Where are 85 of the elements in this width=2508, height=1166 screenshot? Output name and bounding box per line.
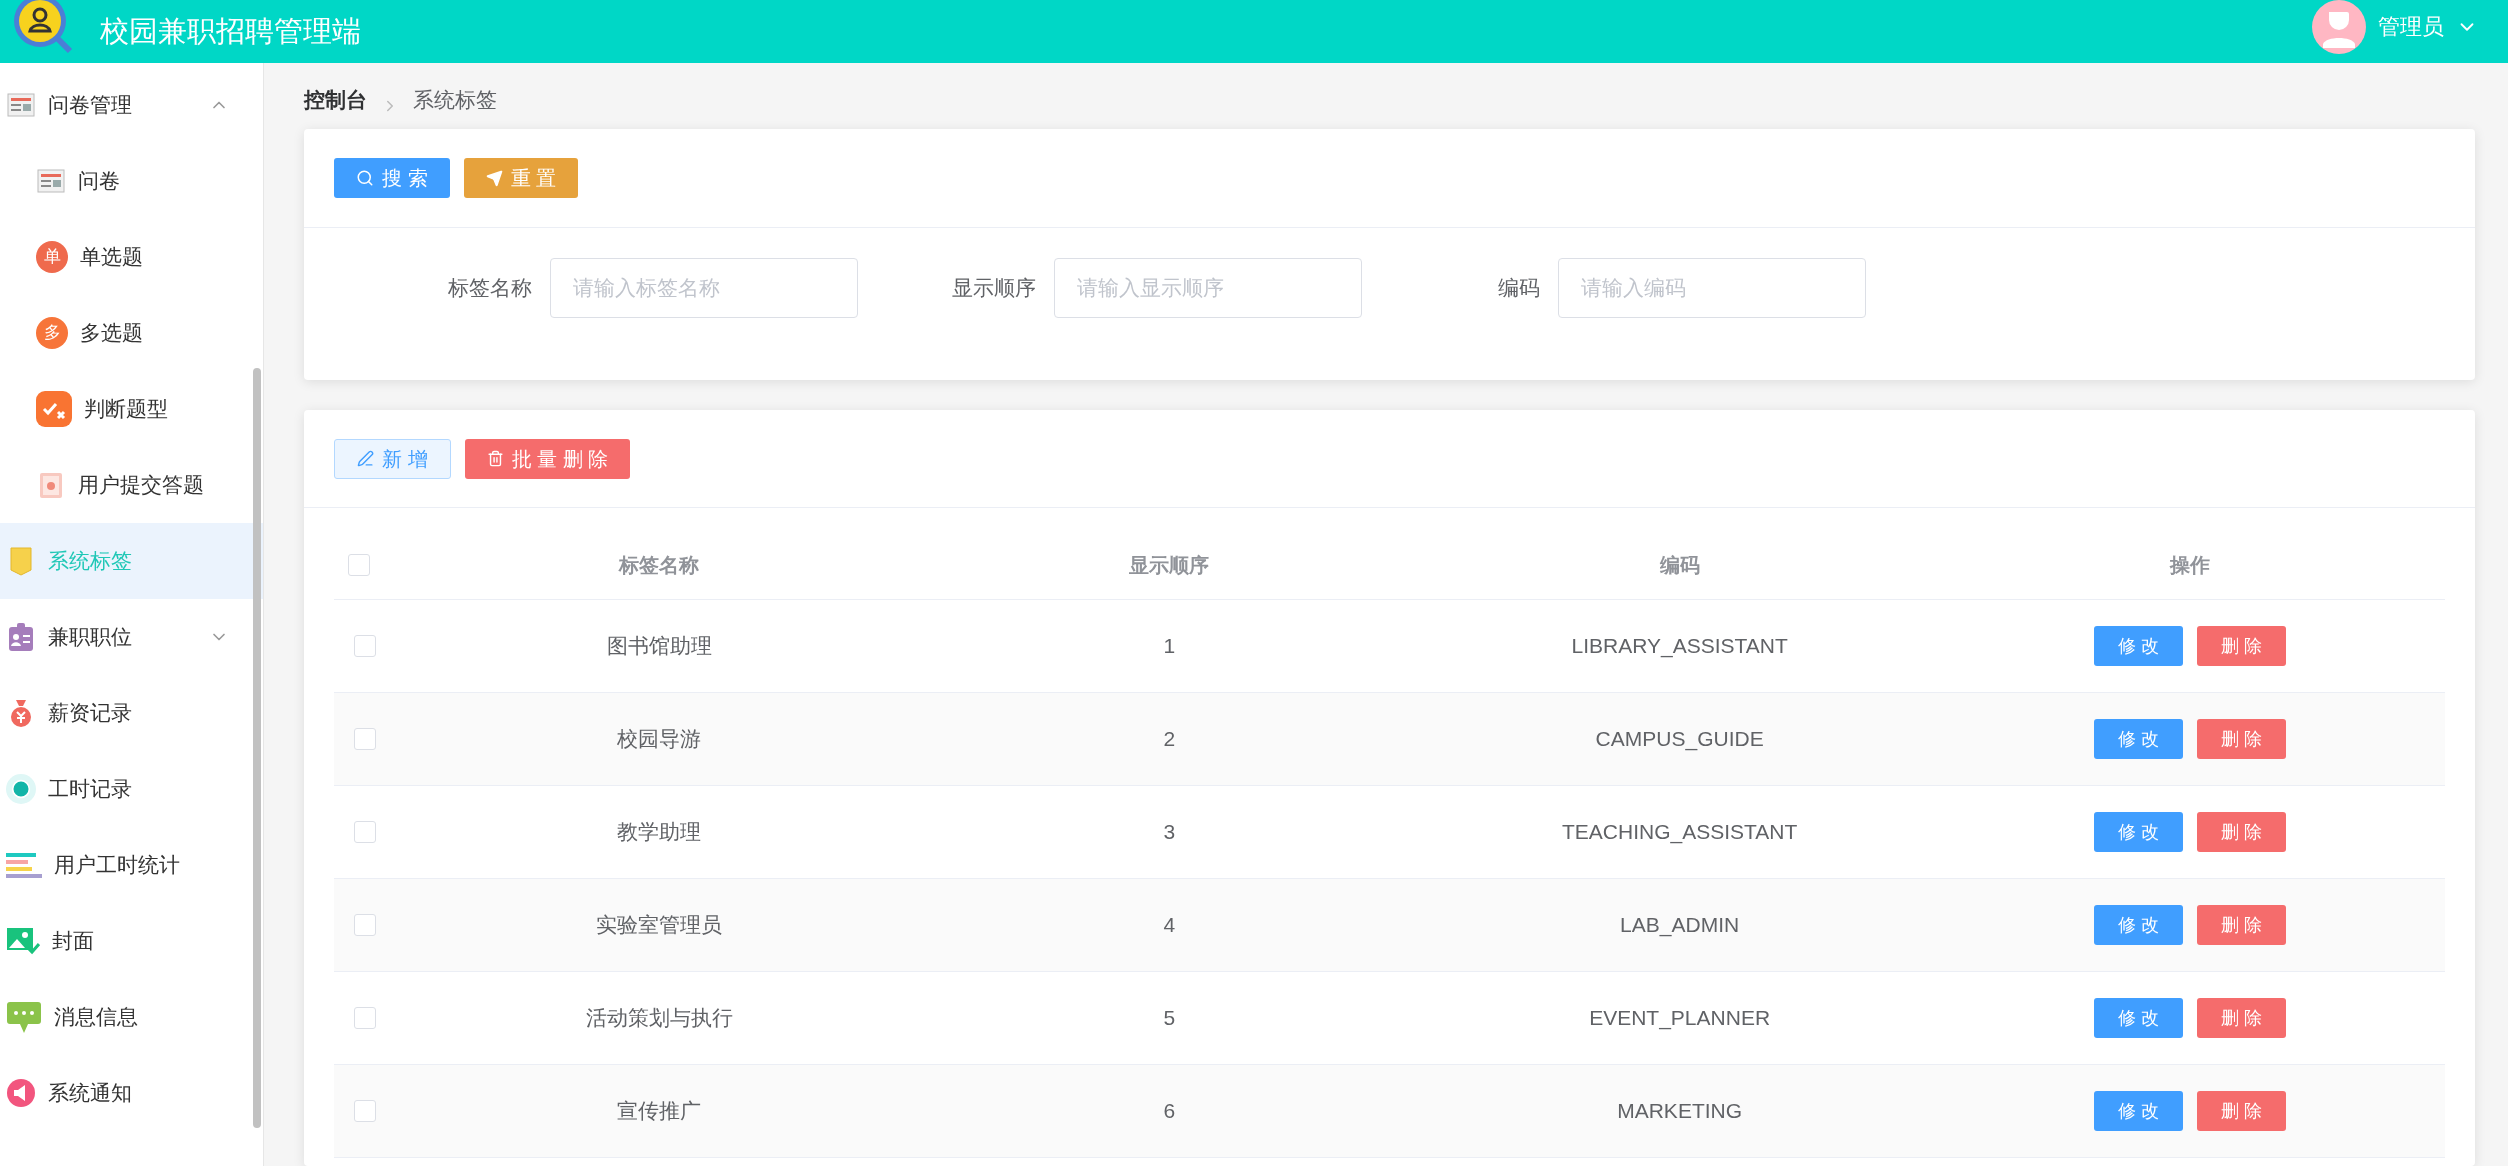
checkbox[interactable] [348,553,370,576]
table-cell: 5 [1163,1006,1176,1030]
table-cell: 6 [1163,1099,1176,1123]
batch-delete-button[interactable]: 批 量 删 除 [464,438,631,479]
table-cell: EVENT_PLANNER [1589,1006,1771,1030]
table-cell: LAB_ADMIN [1620,913,1740,937]
breadcrumb-current: 系统标签 [413,86,497,113]
table-cell: CAMPUS_GUIDE [1595,727,1764,751]
field-label: 标签名称 [448,275,532,302]
delete-button[interactable]: 删 除 [2196,1091,2286,1131]
letter-badge-icon: 单 [36,241,68,273]
sidebar-item[interactable]: 问卷 [0,143,263,219]
id-badge-icon [6,622,36,652]
table-cell: 活动策划与执行 [585,1006,733,1030]
edit-button[interactable]: 修 改 [2093,719,2183,759]
search-button[interactable]: 搜 索 [334,158,450,198]
edit-button[interactable]: 修 改 [2093,812,2183,852]
paper-plane-icon [485,169,503,187]
sidebar-item[interactable]: 用户提交答题 [0,447,263,523]
table-cell: 2 [1163,727,1176,751]
edit-button[interactable]: 修 改 [2093,998,2183,1038]
megaphone-icon [6,1078,36,1108]
edit-button[interactable]: 修 改 [2093,1091,2183,1131]
delete-button[interactable]: 删 除 [2196,905,2286,945]
text-field[interactable]: 请输入显示顺序 [1054,258,1362,318]
column-header: 标签名称 [619,553,700,576]
delete-button[interactable]: 删 除 [2196,812,2286,852]
table-cell: 3 [1163,820,1176,844]
delete-button[interactable]: 删 除 [2196,719,2286,759]
breadcrumb-link[interactable]: 控制台 [304,83,367,115]
sidebar-item[interactable]: 薪资记录 [0,675,263,751]
bars-icon [6,850,42,880]
table-cell: 教学助理 [617,820,702,844]
sidebar-item[interactable]: 消息信息 [0,979,263,1055]
sidebar-item[interactable]: 多 多选题 [0,295,263,371]
sidebar-item[interactable]: 判断题型 [0,371,263,447]
add-button[interactable]: 新 增 [334,438,451,479]
app-title: 校园兼职招聘管理端 [100,13,361,49]
newspaper-icon [36,166,66,196]
sidebar-item[interactable]: 单 单选题 [0,219,263,295]
column-header: 操作 [2169,553,2210,576]
column-header: 编码 [1659,553,1700,576]
letter-badge-icon: 多 [36,317,68,349]
field-label: 显示顺序 [952,275,1036,302]
checkbox[interactable] [354,1100,376,1122]
checkbox[interactable] [354,728,376,750]
checkbox[interactable] [354,635,376,657]
sidebar-item[interactable]: 兼职职位 [0,599,263,675]
text-field[interactable]: 请输入编码 [1558,258,1866,318]
delete-button[interactable]: 删 除 [2196,626,2286,666]
field-label: 编码 [1498,275,1540,302]
search-icon [356,169,374,187]
delete-button[interactable]: 删 除 [2196,998,2286,1038]
sidebar-item[interactable]: 系统标签 [0,523,263,599]
table-cell: 1 [1163,634,1176,658]
newspaper-icon [6,90,36,120]
table-cell: LIBRARY_ASSISTANT [1571,634,1788,658]
column-header: 显示顺序 [1129,553,1210,576]
sidebar-item[interactable]: 问卷管理 [0,67,263,143]
sidebar-item[interactable]: 用户工时统计 [0,827,263,903]
sidebar-item[interactable]: 工时记录 [0,751,263,827]
edit-button[interactable]: 修 改 [2093,626,2183,666]
checkbox[interactable] [354,821,376,843]
reset-button[interactable]: 重 置 [463,158,579,198]
text-field[interactable]: 请输入标签名称 [550,258,858,318]
check-cross-icon [36,391,72,427]
user-menu[interactable]: 管理员 [2312,0,2478,54]
table-cell: 4 [1163,913,1176,937]
table-cell: MARKETING [1617,1099,1743,1123]
checkbox[interactable] [354,914,376,936]
image-check-icon [6,926,40,956]
pencil-icon [357,450,374,467]
chat-bubble-icon [6,1000,42,1034]
clock-icon [6,774,36,804]
table-cell: 实验室管理员 [596,913,723,937]
table-cell: 校园导游 [617,727,702,751]
edit-button[interactable]: 修 改 [2093,905,2183,945]
table-cell: 图书馆助理 [606,634,712,658]
table-cell: TEACHING_ASSISTANT [1561,820,1798,844]
sidebar-item[interactable]: 系统通知 [0,1055,263,1131]
checkbox[interactable] [354,1007,376,1029]
sidebar-item[interactable]: 封面 [0,903,263,979]
table-cell: 宣传推广 [617,1099,702,1123]
avatar-icon [2312,0,2366,54]
trash-icon [486,450,504,467]
